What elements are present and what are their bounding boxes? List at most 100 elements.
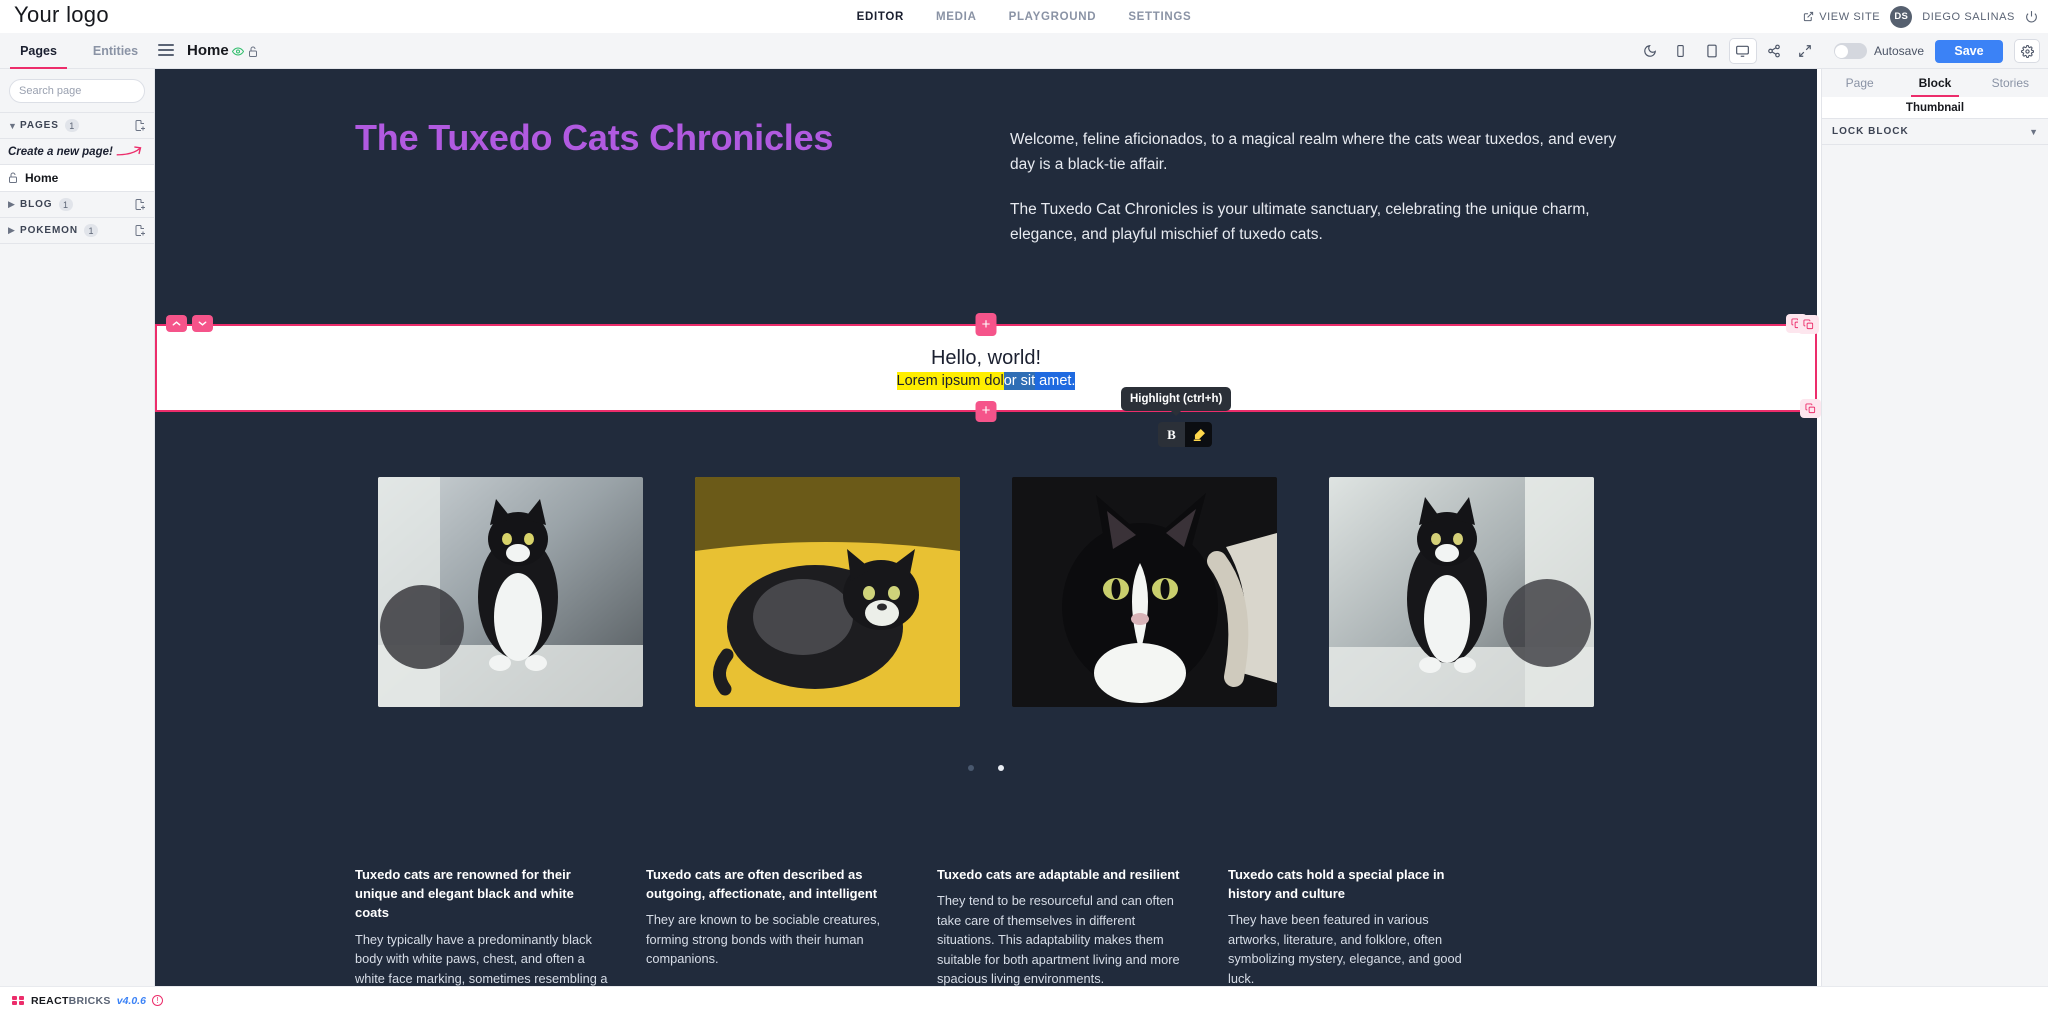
gear-icon[interactable] bbox=[2014, 39, 2040, 63]
gallery-block[interactable]: + bbox=[155, 399, 1821, 797]
status-bar: REACTBRICKS v4.0.6 ! bbox=[0, 986, 2048, 1014]
gallery-image-3[interactable] bbox=[1012, 477, 1277, 707]
curved-arrow-icon bbox=[116, 145, 144, 159]
feature-body[interactable]: They typically have a predominantly blac… bbox=[355, 930, 610, 986]
dark-mode-icon[interactable] bbox=[1636, 38, 1664, 64]
avatar[interactable]: DS bbox=[1890, 5, 1913, 28]
tab-stories[interactable]: Stories bbox=[1973, 69, 2048, 97]
tab-entities[interactable]: Entities bbox=[77, 33, 154, 69]
nav-item-editor[interactable]: EDITOR bbox=[857, 2, 904, 32]
feature-title[interactable]: Tuxedo cats are often described as outgo… bbox=[646, 865, 901, 903]
hero-block[interactable]: The Tuxedo Cats Chronicles Welcome, feli… bbox=[155, 69, 1817, 334]
highlighted-text-segment: Lorem ipsum dol bbox=[896, 372, 1004, 390]
thumbnail-label: Thumbnail bbox=[1905, 101, 1965, 114]
feature-card: Tuxedo cats are renowned for their uniqu… bbox=[355, 865, 610, 986]
hero-left: The Tuxedo Cats Chronicles bbox=[355, 114, 1010, 324]
selected-block-heading[interactable]: Hello, world! bbox=[931, 347, 1041, 370]
lock-block-section[interactable]: LOCK BLOCK ▼ bbox=[1822, 119, 2048, 145]
carousel-dot-1[interactable] bbox=[968, 765, 974, 771]
hamburger-icon[interactable] bbox=[158, 44, 174, 57]
hero-paragraph-2[interactable]: The Tuxedo Cat Chronicles is your ultima… bbox=[1010, 197, 1617, 247]
hero-right: Welcome, feline aficionados, to a magica… bbox=[1010, 114, 1617, 324]
autosave-toggle[interactable] bbox=[1833, 43, 1867, 59]
selected-block-text[interactable]: Lorem ipsum dolor sit amet. bbox=[896, 372, 1076, 390]
features-block[interactable]: Tuxedo cats are renowned for their uniqu… bbox=[155, 797, 1817, 986]
unlock-icon bbox=[8, 172, 18, 184]
lock-block-label: LOCK BLOCK bbox=[1832, 126, 1909, 137]
hero-paragraph-1[interactable]: Welcome, feline aficionados, to a magica… bbox=[1010, 127, 1617, 177]
add-block-button[interactable]: + bbox=[975, 315, 997, 336]
logout-icon[interactable] bbox=[2025, 10, 2038, 23]
sidebar-section-count: 1 bbox=[83, 224, 98, 237]
sidebar-section-count: 1 bbox=[58, 198, 73, 211]
share-icon[interactable] bbox=[1760, 38, 1788, 64]
autosave-label: Autosave bbox=[1873, 44, 1924, 58]
editor-toolbar: Autosave Save bbox=[1636, 33, 2040, 69]
feature-card: Tuxedo cats are often described as outgo… bbox=[646, 865, 901, 986]
new-page-icon[interactable] bbox=[134, 119, 146, 132]
feature-body[interactable]: They have been featured in various artwo… bbox=[1228, 910, 1483, 986]
highlight-button[interactable] bbox=[1185, 422, 1212, 447]
tab-page[interactable]: Page bbox=[1822, 69, 1897, 97]
sidebar-item-home[interactable]: Home bbox=[0, 165, 154, 192]
sub-bar: Pages Entities Home Autosave Save bbox=[0, 33, 2048, 69]
sidebar-section-count: 1 bbox=[64, 119, 79, 132]
text-format-toolbar: B bbox=[1158, 422, 1212, 447]
page-title: Home bbox=[187, 42, 229, 59]
search-input[interactable] bbox=[19, 85, 161, 97]
feature-card: Tuxedo cats hold a special place in hist… bbox=[1228, 865, 1483, 986]
feature-title[interactable]: Tuxedo cats hold a special place in hist… bbox=[1228, 865, 1483, 903]
duplicate-block-button[interactable] bbox=[1800, 399, 1821, 418]
bold-button[interactable]: B bbox=[1158, 422, 1185, 447]
search-page-box[interactable] bbox=[9, 79, 171, 103]
sidebar-section-blog[interactable]: ▶ BLOG 1 bbox=[0, 191, 154, 218]
highlight-tooltip: Highlight (ctrl+h) bbox=[1121, 387, 1232, 416]
gallery-image-4[interactable] bbox=[1329, 477, 1594, 707]
tab-block[interactable]: Block bbox=[1897, 69, 1972, 97]
block-move-controls bbox=[166, 315, 213, 332]
desktop-view-icon[interactable] bbox=[1728, 38, 1757, 64]
highlighter-icon bbox=[1192, 428, 1206, 442]
feature-body[interactable]: They tend to be resourceful and can ofte… bbox=[937, 891, 1192, 986]
feature-body[interactable]: They are known to be sociable creatures,… bbox=[646, 910, 901, 968]
carousel-dots bbox=[155, 765, 1817, 771]
view-site-button[interactable]: VIEW SITE bbox=[1803, 11, 1880, 23]
thumbnail-row[interactable]: Thumbnail bbox=[1822, 97, 2048, 119]
carousel-dot-2[interactable] bbox=[998, 765, 1004, 771]
user-name: DIEGO SALINAS bbox=[1922, 10, 2015, 23]
add-block-button[interactable]: + bbox=[975, 401, 997, 422]
new-page-icon[interactable] bbox=[134, 224, 146, 237]
new-page-icon[interactable] bbox=[134, 198, 146, 211]
right-panel: Page Block Stories Thumbnail LOCK BLOCK … bbox=[1821, 69, 2048, 986]
chevron-down-icon[interactable]: ▼ bbox=[2029, 127, 2038, 137]
save-button[interactable]: Save bbox=[1935, 39, 2003, 63]
expand-icon[interactable] bbox=[1791, 38, 1819, 64]
duplicate-block-button[interactable] bbox=[1798, 315, 1819, 334]
autosave-control: Autosave bbox=[1833, 43, 1924, 59]
feature-title[interactable]: Tuxedo cats are adaptable and resilient bbox=[937, 865, 1192, 884]
hero-heading[interactable]: The Tuxedo Cats Chronicles bbox=[355, 114, 1010, 162]
eye-icon[interactable] bbox=[232, 47, 244, 56]
nav-item-settings[interactable]: SETTINGS bbox=[1128, 2, 1191, 32]
gallery-image-1[interactable] bbox=[378, 477, 643, 707]
tablet-view-icon[interactable] bbox=[1698, 38, 1726, 64]
unlock-icon[interactable] bbox=[248, 46, 258, 58]
tab-pages[interactable]: Pages bbox=[0, 33, 77, 69]
selected-text-block[interactable]: Hello, world! Lorem ipsum dolor sit amet… bbox=[155, 315, 1819, 412]
nav-item-playground[interactable]: PLAYGROUND bbox=[1009, 2, 1097, 32]
info-icon[interactable]: ! bbox=[151, 995, 163, 1006]
create-new-page-hint[interactable]: Create a new page! bbox=[0, 139, 154, 165]
gallery-image-2[interactable] bbox=[695, 477, 960, 707]
version-label: v4.0.6 bbox=[116, 994, 146, 1007]
move-block-up-button[interactable] bbox=[166, 315, 187, 332]
move-block-down-button[interactable] bbox=[192, 315, 213, 332]
nav-item-media[interactable]: MEDIA bbox=[936, 2, 977, 32]
feature-title[interactable]: Tuxedo cats are renowned for their uniqu… bbox=[355, 865, 610, 923]
image-carousel bbox=[155, 477, 1817, 707]
chevron-right-icon: ▶ bbox=[8, 199, 15, 209]
mobile-view-icon[interactable] bbox=[1667, 38, 1695, 64]
editor-canvas: The Tuxedo Cats Chronicles Welcome, feli… bbox=[155, 69, 2048, 986]
sidebar-section-pokemon[interactable]: ▶ POKEMON 1 bbox=[0, 217, 154, 244]
chevron-right-icon: ▶ bbox=[8, 225, 15, 235]
sidebar-section-pages[interactable]: ▼ PAGES 1 bbox=[0, 112, 154, 139]
